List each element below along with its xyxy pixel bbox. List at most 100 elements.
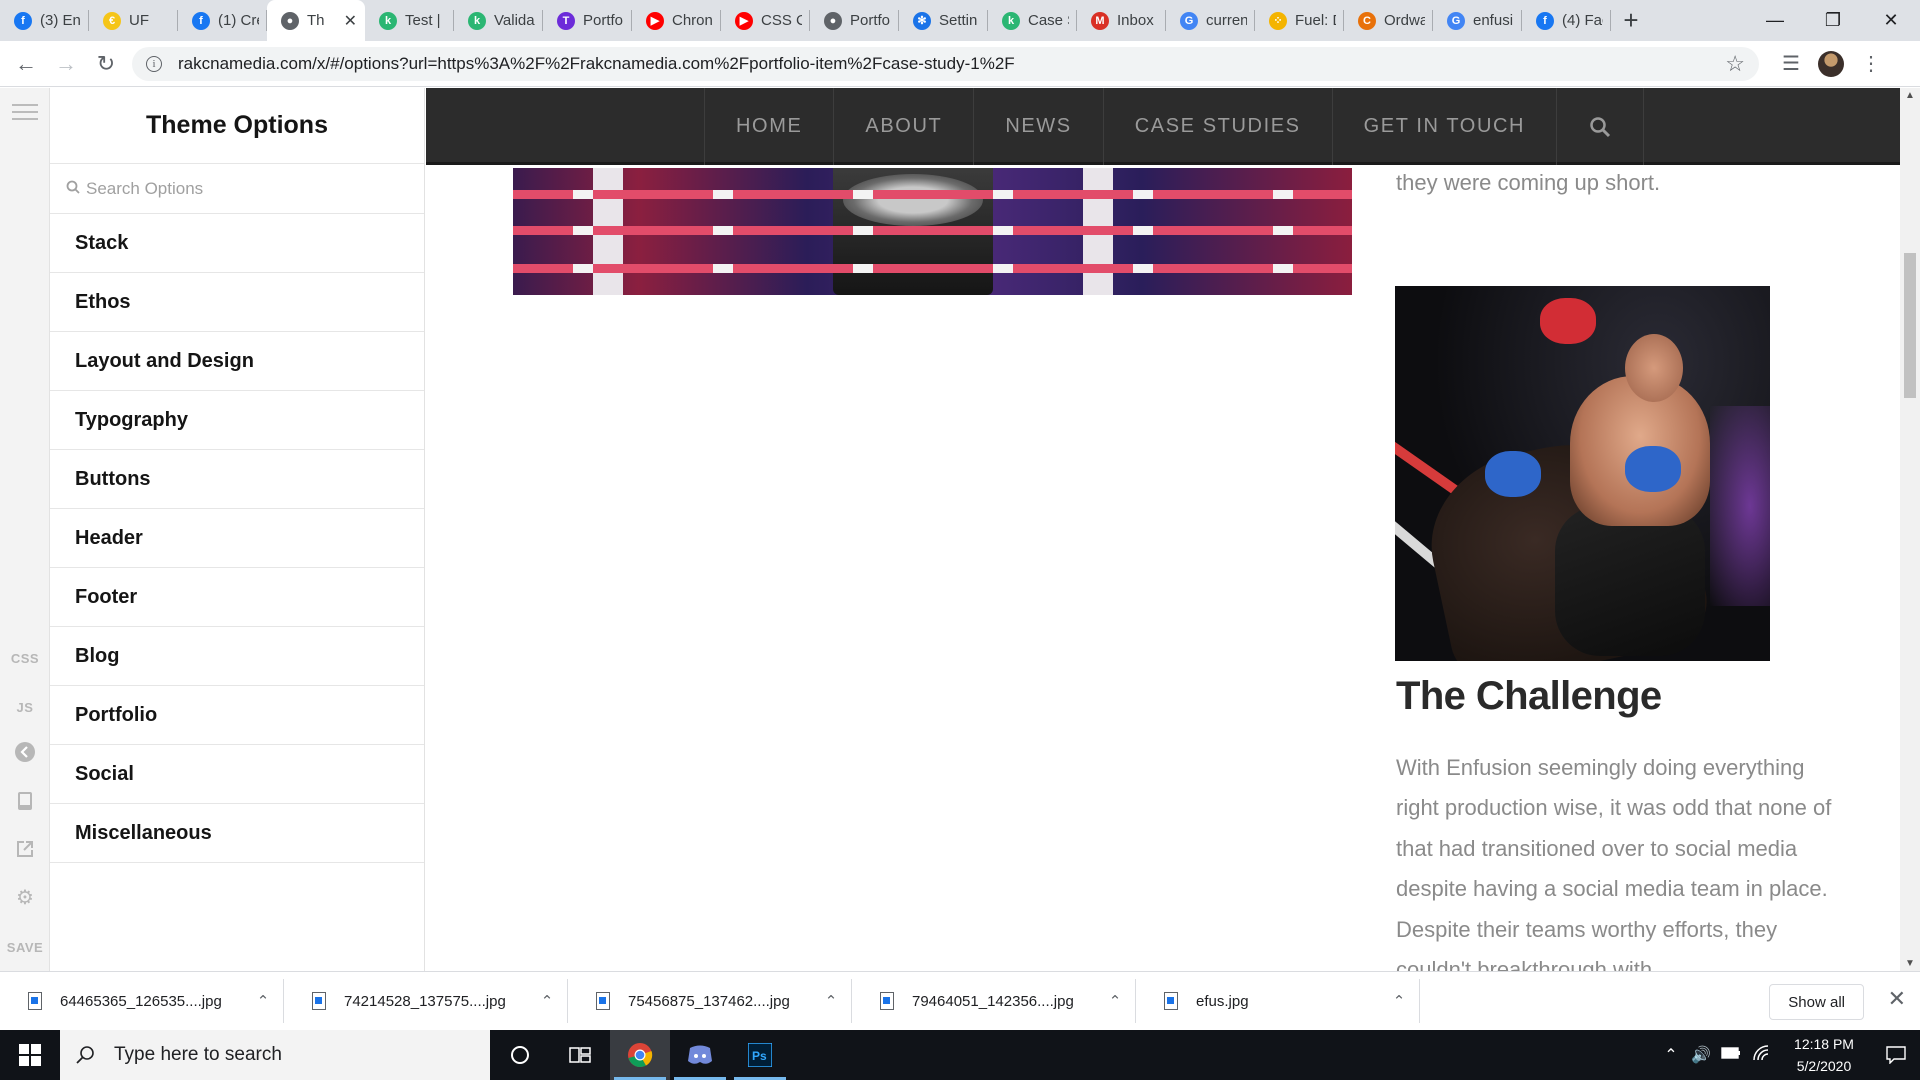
browser-tab[interactable]: ▶ CSS C — [721, 0, 810, 41]
browser-tab[interactable]: k Valida — [454, 0, 543, 41]
hamburger-icon[interactable] — [12, 104, 38, 125]
download-item[interactable]: 79464051_142356....jpg ⌃ — [852, 979, 1136, 1023]
options-menu-item[interactable]: Portfolio — [50, 686, 424, 745]
task-view-icon[interactable] — [550, 1030, 610, 1080]
chevron-up-icon[interactable]: ⌃ — [1095, 992, 1135, 1010]
new-tab-button[interactable]: + — [1611, 0, 1651, 41]
browser-toolbar: ← → ↻ i rakcnamedia.com/x/#/options?url=… — [0, 41, 1920, 87]
browser-tab[interactable]: ✻ Settin — [899, 0, 988, 41]
site-search-icon[interactable] — [1557, 88, 1645, 165]
device-preview-icon[interactable] — [14, 790, 36, 812]
browser-tab[interactable]: f (4) Fac — [1522, 0, 1611, 41]
search-options-input[interactable]: Search Options — [50, 164, 424, 214]
chevron-up-icon[interactable]: ⌃ — [243, 992, 283, 1010]
discord-taskbar-icon[interactable] — [670, 1030, 730, 1080]
address-bar[interactable]: i rakcnamedia.com/x/#/options?url=https%… — [132, 46, 1759, 81]
browser-tab[interactable]: f (1) Cre — [178, 0, 267, 41]
reload-button[interactable]: ↻ — [86, 44, 126, 84]
options-menu-item[interactable]: Header — [50, 509, 424, 568]
save-rail-button[interactable]: SAVE — [0, 940, 50, 955]
browser-tab[interactable]: ● Th ✕ — [267, 0, 365, 41]
download-item[interactable]: efus.jpg ⌃ — [1136, 979, 1420, 1023]
chevron-up-icon[interactable]: ⌃ — [811, 992, 851, 1010]
back-button[interactable]: ← — [6, 44, 46, 84]
site-nav-item[interactable]: CASE STUDIES — [1104, 88, 1333, 165]
tab-favicon-icon: ✻ — [913, 11, 931, 30]
browser-tab[interactable]: ▶ Chron — [632, 0, 721, 41]
options-menu-item[interactable]: Layout and Design — [50, 332, 424, 391]
media-controls-icon[interactable]: ☰ — [1771, 44, 1811, 84]
browser-tab[interactable]: Gcurren — [1166, 0, 1255, 41]
external-link-icon[interactable] — [14, 838, 36, 860]
options-menu-item[interactable]: Typography — [50, 391, 424, 450]
options-menu-item[interactable]: Footer — [50, 568, 424, 627]
site-nav-list: HOME ABOUT NEWS CASE STUDIES GET IN TOUCH — [704, 88, 1645, 165]
scroll-thumb[interactable] — [1904, 253, 1916, 398]
tab-favicon-icon: ▶ — [735, 11, 753, 30]
browser-tab[interactable]: f (3) Enf — [0, 0, 89, 41]
clock[interactable]: 12:18 PM 5/2/2020 — [1776, 1033, 1872, 1077]
site-nav-item[interactable]: HOME — [705, 88, 835, 165]
photoshop-taskbar-icon[interactable]: Ps — [730, 1030, 790, 1080]
browser-tab[interactable]: T Portfo — [543, 0, 632, 41]
chevron-up-icon[interactable]: ⌃ — [527, 992, 567, 1010]
profile-avatar[interactable] — [1811, 44, 1851, 84]
site-nav-item[interactable]: ABOUT — [834, 88, 975, 165]
fight-photo — [1395, 286, 1770, 661]
options-menu-item[interactable]: Buttons — [50, 450, 424, 509]
browser-tab[interactable]: € UF — [89, 0, 178, 41]
download-item[interactable]: 64465365_126535....jpg ⌃ — [0, 979, 284, 1023]
start-button[interactable] — [0, 1030, 60, 1080]
show-all-button[interactable]: Show all — [1769, 984, 1864, 1020]
tab-title: Portfo — [583, 12, 624, 29]
browser-tab[interactable]: C Ordwa — [1344, 0, 1433, 41]
notifications-icon[interactable] — [1872, 1046, 1920, 1064]
css-rail-button[interactable]: CSS — [0, 651, 50, 666]
tab-close-icon[interactable]: ✕ — [344, 11, 357, 31]
taskbar-search-input[interactable]: Type here to search — [60, 1030, 490, 1080]
volume-icon[interactable]: 🔊 — [1686, 1045, 1716, 1065]
browser-tab[interactable]: M Inbox — [1077, 0, 1166, 41]
chrome-taskbar-icon[interactable] — [610, 1030, 670, 1080]
close-downloads-icon[interactable]: ✕ — [1888, 986, 1906, 1012]
avatar — [1818, 50, 1844, 77]
wifi-icon[interactable] — [1746, 1044, 1776, 1066]
site-nav-item[interactable]: GET IN TOUCH — [1333, 88, 1558, 165]
settings-gear-icon[interactable]: ⚙ — [14, 886, 36, 909]
options-menu-item[interactable]: Miscellaneous — [50, 804, 424, 863]
tab-title: Ordwa — [1384, 12, 1425, 29]
tab-favicon-icon: ▶ — [646, 11, 664, 30]
tab-title: enfusi — [1473, 12, 1514, 29]
browser-tab[interactable]: Genfusi — [1433, 0, 1522, 41]
search-placeholder: Search Options — [86, 178, 204, 198]
browser-tab[interactable]: ⁘ Fuel: D — [1255, 0, 1344, 41]
options-menu-item[interactable]: Ethos — [50, 273, 424, 332]
minimize-button[interactable]: — — [1746, 0, 1804, 41]
scroll-down-arrow[interactable]: ▼ — [1900, 958, 1920, 969]
close-window-button[interactable]: ✕ — [1862, 0, 1920, 41]
tab-favicon-icon: ⁘ — [1269, 11, 1287, 30]
bookmark-star-icon[interactable]: ☆ — [1725, 51, 1745, 77]
battery-icon[interactable] — [1716, 1046, 1746, 1064]
site-info-icon[interactable]: i — [146, 55, 162, 72]
js-rail-button[interactable]: JS — [0, 700, 50, 715]
back-circle-icon[interactable] — [14, 741, 36, 763]
vertical-scrollbar[interactable]: ▲ ▼ — [1900, 88, 1920, 971]
browser-tab[interactable]: ● Portfo — [810, 0, 899, 41]
options-menu-item[interactable]: Stack — [50, 214, 424, 273]
download-item[interactable]: 74214528_137575....jpg ⌃ — [284, 979, 568, 1023]
options-menu-item[interactable]: Social — [50, 745, 424, 804]
maximize-button[interactable]: ❐ — [1804, 0, 1862, 41]
site-nav-item[interactable]: NEWS — [974, 88, 1104, 165]
menu-kebab-icon[interactable]: ⋮ — [1851, 44, 1891, 84]
browser-tab[interactable]: k Case S — [988, 0, 1077, 41]
browser-tab[interactable]: k Test | — [365, 0, 454, 41]
download-item[interactable]: 75456875_137462....jpg ⌃ — [568, 979, 852, 1023]
url-text[interactable]: rakcnamedia.com/x/#/options?url=https%3A… — [178, 54, 1725, 74]
scroll-up-arrow[interactable]: ▲ — [1900, 90, 1920, 101]
forward-button[interactable]: → — [46, 44, 86, 84]
cortana-icon[interactable] — [490, 1030, 550, 1080]
chevron-up-icon[interactable]: ⌃ — [1379, 992, 1419, 1010]
tray-chevron-icon[interactable]: ⌃ — [1656, 1045, 1686, 1065]
options-menu-item[interactable]: Blog — [50, 627, 424, 686]
